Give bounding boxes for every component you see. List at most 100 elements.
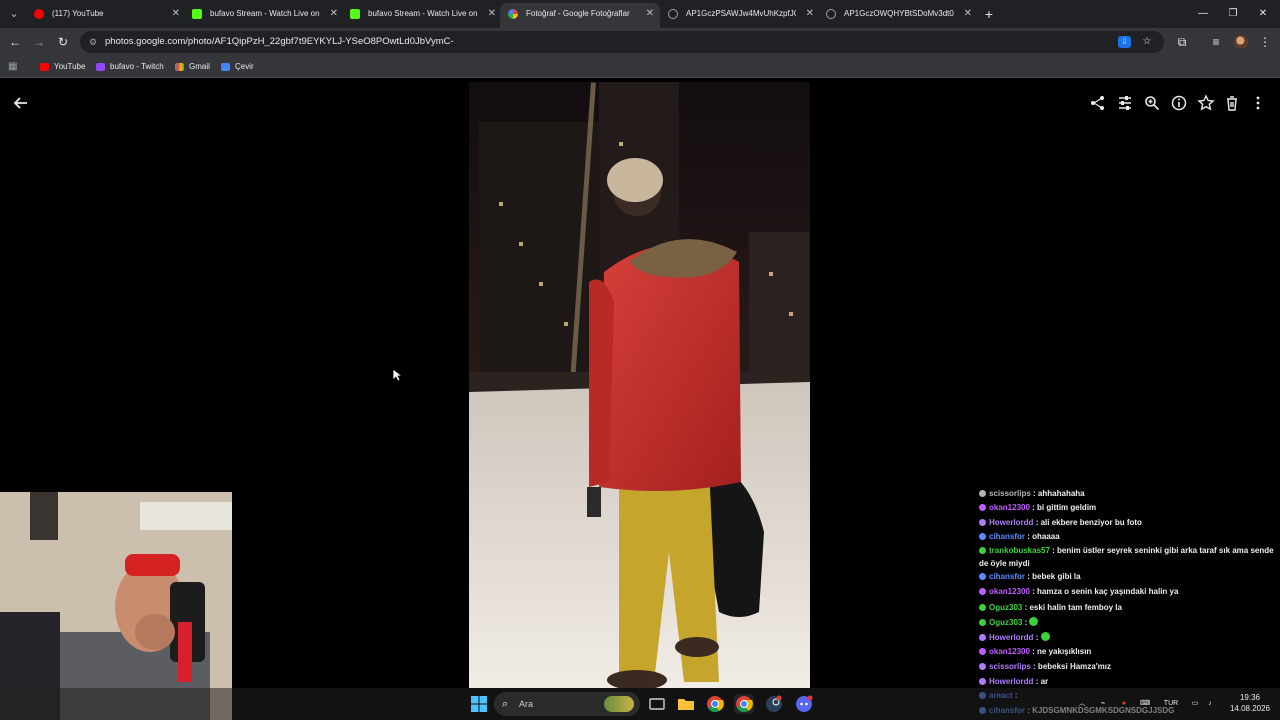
chat-text: : ar [1035,677,1049,686]
search-icon: ⌕ [502,698,509,710]
address-bar[interactable]: ⚙ photos.google.com/photo/AF1QipPzH_22gb… [80,31,1164,53]
site-info-icon[interactable]: ⚙ [86,34,100,50]
youtube-icon [40,63,49,71]
steam-icon[interactable] [764,694,784,714]
chrome-icon[interactable] [705,694,725,714]
chat-username[interactable]: Oguz303 [989,603,1022,612]
bookmark-youtube[interactable]: YouTube [40,59,85,75]
minimize-button[interactable]: — [1186,0,1220,28]
close-icon[interactable]: ✕ [964,3,972,25]
reload-icon[interactable]: ↻ [53,32,73,52]
tab-youtube[interactable]: (117) YouTube ✕ [26,3,186,25]
close-icon[interactable]: ✕ [330,3,338,25]
microphone-icon[interactable]: ● [1118,688,1130,720]
task-view-icon[interactable] [647,694,667,714]
chat-username[interactable]: cihansfor [989,572,1025,581]
language-indicator[interactable]: TUR [1160,688,1182,720]
bookmark-twitch[interactable]: bufavo - Twitch [96,59,164,75]
chat-username[interactable]: trankobuskas57 [989,546,1050,555]
gmail-icon [175,63,184,71]
tab-kick-2[interactable]: bufavo Stream - Watch Live on ✕ [342,3,502,25]
arrow-back-icon[interactable] [12,94,30,112]
zoom-icon[interactable] [1143,94,1161,112]
bookmark-label: Gmail [189,62,210,71]
chat-username[interactable]: scissorlips [989,662,1031,671]
close-window-button[interactable]: ✕ [1246,0,1280,28]
mouse-cursor-icon [392,368,404,382]
chat-message: Oguz303 : eski halin tam femboy la [979,602,1276,615]
discord-icon[interactable] [794,694,814,714]
keyboard-icon[interactable]: ⌨ [1139,688,1151,720]
tab-kick-1[interactable]: bufavo Stream - Watch Live on ✕ [184,3,344,25]
chat-username[interactable]: scissorlips [989,489,1031,498]
chat-username[interactable]: Oguz303 [989,618,1022,627]
bookmark-star-icon[interactable]: ☆ [1139,34,1155,50]
tab-google-photos[interactable]: Fotoğraf - Google Fotoğraflar ✕ [500,3,660,28]
avatar[interactable] [1231,32,1251,52]
forward-icon[interactable]: → [29,32,49,52]
chat-username[interactable]: Howerlordd [989,677,1033,686]
bookmarks-bar: ▦ YouTube bufavo - Twitch Gmail Çevir [0,56,1280,78]
tab-image-1[interactable]: AP1GczPSAWJw4MvUhKzpfJOd ✕ [660,3,820,25]
back-icon[interactable]: ← [5,32,25,52]
chat-username[interactable]: cihansfor [989,532,1025,541]
new-tab-button[interactable]: + [980,3,998,25]
close-icon[interactable]: ✕ [806,3,814,25]
chat-username[interactable]: okan12300 [989,587,1030,596]
user-badge-icon [979,573,986,580]
tab-image-2[interactable]: AP1GczOWQHYBtSDoMv3dt01 ✕ [818,3,978,25]
start-button[interactable] [469,694,489,714]
info-icon[interactable] [1170,94,1188,112]
edit-icon[interactable] [1116,94,1134,112]
close-icon[interactable]: ✕ [488,3,496,25]
chrome-active-icon[interactable] [734,694,754,714]
chat-text: : ne yakışıklısın [1032,647,1092,656]
delete-icon[interactable] [1223,94,1241,112]
share-icon[interactable] [1089,94,1107,112]
chevron-down-icon[interactable]: ⌄ [4,4,24,24]
network-icon[interactable]: ⌁ [1097,688,1109,720]
install-app-icon[interactable]: ⇩ [1118,36,1131,48]
stream-chat: scissorlips : ahhahahaha okan12300 : bi g… [974,486,1276,720]
volume-icon[interactable]: ♪ [1204,688,1216,720]
chat-username[interactable]: Howerlordd [989,518,1033,527]
more-icon[interactable]: ⋮ [1255,32,1275,52]
chat-text: : bebeksi Hamza'mız [1033,662,1111,671]
more-icon[interactable] [1249,94,1267,112]
clock-date: 14.08.2026 [1229,704,1271,713]
chat-username[interactable]: Howerlordd [989,633,1033,642]
taskbar-search[interactable]: ⌕ Ara [494,692,640,716]
chat-text: : [1024,618,1028,627]
bookmark-label: bufavo - Twitch [110,62,164,71]
chat-username[interactable]: okan12300 [989,647,1030,656]
star-icon[interactable] [1197,94,1215,112]
user-badge-icon [979,533,986,540]
tab-title: AP1GczPSAWJw4MvUhKzpfJOd [686,9,796,18]
bookmark-translate[interactable]: Çevir [221,59,254,75]
url-text[interactable]: photos.google.com/photo/AF1QipPzH_22gbf7… [105,31,454,53]
bookmark-gmail[interactable]: Gmail [175,59,210,75]
taskbar-clock[interactable]: 19:36 14.08.2026 [1224,692,1276,714]
twitch-icon [96,63,105,71]
extensions-icon[interactable]: ⧉ [1172,32,1192,52]
display-icon[interactable]: ▭ [1189,688,1201,720]
chat-text: : bebek gibi la [1027,572,1081,581]
close-icon[interactable]: ✕ [646,3,654,25]
chat-message: okan12300 : hamza o senin kaç yaşındaki … [979,586,1276,599]
globe-icon [668,9,678,19]
file-explorer-icon[interactable] [676,694,696,714]
user-badge-icon [979,604,986,611]
chat-message: cihansfor : ohaaaa [979,531,1276,544]
chat-message: trankobuskas57 : benim üstler seyrek sen… [979,545,1276,570]
user-badge-icon [979,519,986,526]
user-badge-icon [979,634,986,641]
tab-title: (117) YouTube [52,9,104,18]
apps-grid-icon[interactable]: ▦ [8,61,19,72]
chat-username[interactable]: okan12300 [989,503,1030,512]
media-icon[interactable]: ≡ [1206,32,1226,52]
close-icon[interactable]: ✕ [172,3,180,25]
restore-button[interactable]: ❐ [1216,0,1250,28]
chat-message: Howerlordd : ar [979,676,1276,689]
chevron-up-icon[interactable]: ︿ [1076,688,1088,720]
kick-icon [192,9,202,19]
